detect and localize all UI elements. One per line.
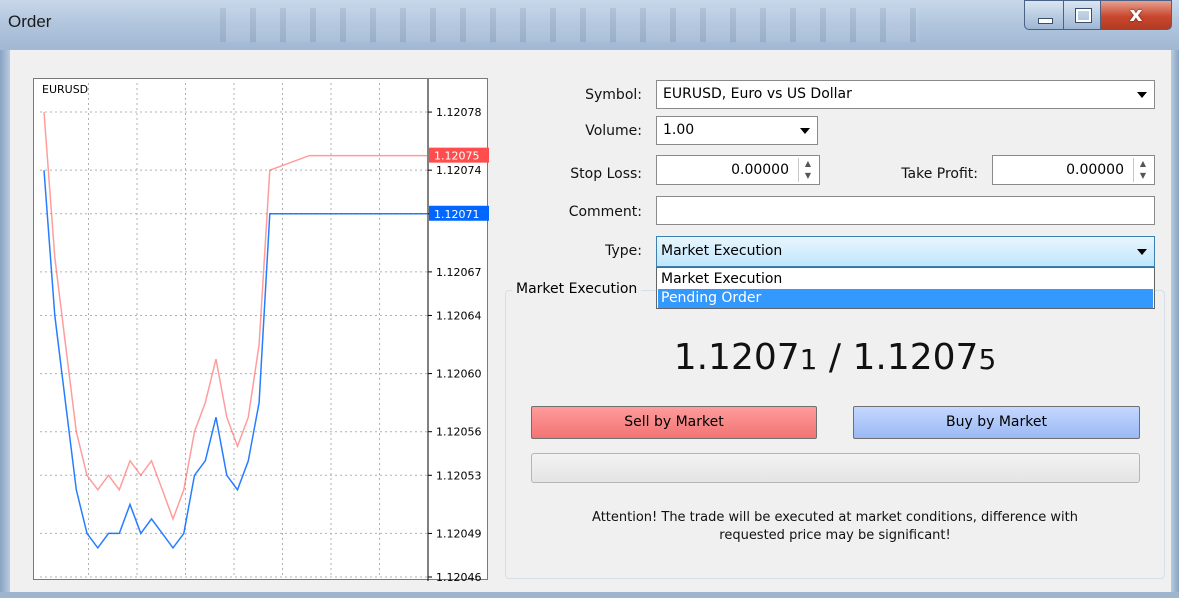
window-title: Order — [8, 12, 52, 31]
chart-price-label: 1.12078 — [436, 106, 482, 119]
close-icon: x — [1129, 2, 1143, 26]
bid-ask-price: 1.12071 / 1.12075 — [505, 337, 1165, 378]
attention-message: Attention! The trade will be executed at… — [505, 509, 1165, 545]
chart-price-label: 1.12060 — [436, 368, 482, 381]
title-bar: Order — [0, 0, 1179, 50]
spin-up-icon[interactable]: ▲ — [1134, 158, 1152, 170]
price-chart: 1.12078 1.12074 1.12071 1.12067 1.12064 1.120… — [33, 78, 489, 581]
take-profit-field[interactable]: 0.00000 ▲ ▼ — [992, 155, 1155, 185]
price-separator: / — [817, 337, 853, 378]
chevron-down-icon — [1137, 92, 1147, 98]
take-profit-spinner[interactable]: ▲ ▼ — [1133, 158, 1152, 182]
bid-price-main: 1.1207 — [673, 337, 800, 378]
chevron-down-icon — [800, 128, 810, 134]
take-profit-value: 0.00000 — [1066, 162, 1124, 178]
minimize-icon — [1038, 18, 1053, 24]
volume-select-value: 1.00 — [663, 122, 695, 138]
bid-price-last-digit: 1 — [799, 343, 818, 376]
type-label: Type: — [605, 243, 642, 259]
attention-line-1: Attention! The trade will be executed at… — [592, 510, 1078, 525]
chart-price-label: 1.12064 — [436, 309, 482, 322]
stop-loss-spinner[interactable]: ▲ ▼ — [798, 158, 817, 182]
ask-price-tag: 1.12075 — [434, 150, 480, 163]
type-dropdown-list: Market Execution Pending Order — [656, 267, 1155, 309]
window-frame-left — [0, 50, 10, 598]
execution-progress-bar — [531, 453, 1140, 483]
comment-label: Comment: — [568, 204, 642, 220]
type-option-pending-order[interactable]: Pending Order — [658, 289, 1153, 308]
take-profit-label: Take Profit: — [901, 166, 978, 182]
type-select[interactable]: Market Execution — [656, 236, 1155, 267]
type-option-market-execution[interactable]: Market Execution — [658, 270, 1153, 289]
chart-price-label: 1.12074 — [436, 164, 482, 177]
chart-price-label: 1.12049 — [436, 527, 482, 540]
maximize-button[interactable] — [1063, 0, 1101, 30]
volume-label: Volume: — [585, 123, 642, 139]
type-select-value: Market Execution — [661, 243, 783, 259]
volume-select[interactable]: 1.00 — [656, 116, 818, 145]
comment-input[interactable] — [656, 196, 1155, 225]
window-frame-bottom — [0, 592, 1179, 598]
ask-price-main: 1.1207 — [852, 337, 979, 378]
chart-symbol-label: EURUSD — [42, 83, 89, 96]
spin-up-icon[interactable]: ▲ — [799, 158, 817, 170]
chart-price-label: 1.12067 — [436, 266, 482, 279]
sell-by-market-button[interactable]: Sell by Market — [531, 406, 817, 439]
market-execution-caption: Market Execution — [512, 281, 642, 297]
attention-line-2: requested price may be significant! — [719, 528, 951, 543]
chevron-down-icon — [1137, 249, 1147, 255]
chart-canvas: 1.12078 1.12074 1.12071 1.12067 1.12064 1.120… — [40, 79, 489, 581]
close-button[interactable]: x — [1100, 0, 1172, 30]
chart-price-label: 1.12053 — [436, 469, 482, 482]
ask-price-last-digit: 5 — [978, 343, 997, 376]
chart-price-label: 1.12056 — [436, 426, 482, 439]
bid-price-tag: 1.12071 — [434, 208, 480, 221]
stop-loss-label: Stop Loss: — [570, 166, 642, 182]
minimize-button[interactable] — [1024, 0, 1064, 30]
chart-price-label: 1.12046 — [436, 571, 482, 581]
symbol-label: Symbol: — [585, 87, 642, 103]
spin-down-icon[interactable]: ▼ — [1134, 170, 1152, 182]
spin-down-icon[interactable]: ▼ — [799, 170, 817, 182]
stop-loss-value: 0.00000 — [731, 162, 789, 178]
window-frame-right — [1171, 50, 1179, 598]
symbol-select-value: EURUSD, Euro vs US Dollar — [663, 86, 852, 102]
bid-price-line — [43, 170, 428, 550]
maximize-icon — [1075, 8, 1092, 23]
stop-loss-field[interactable]: 0.00000 ▲ ▼ — [656, 155, 820, 185]
symbol-select[interactable]: EURUSD, Euro vs US Dollar — [656, 80, 1155, 109]
buy-by-market-button[interactable]: Buy by Market — [853, 406, 1140, 439]
